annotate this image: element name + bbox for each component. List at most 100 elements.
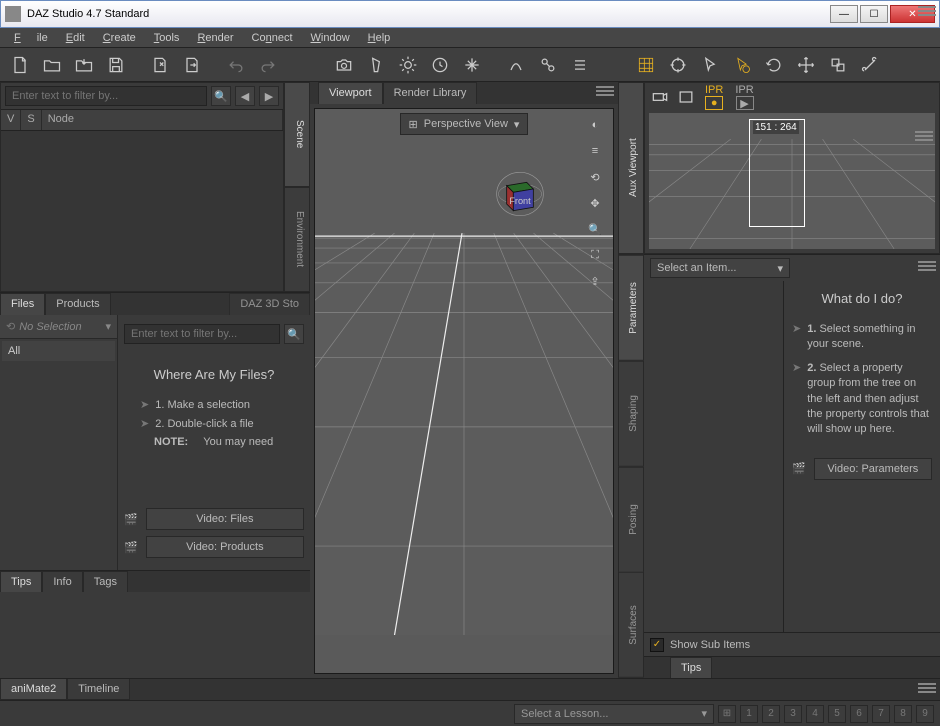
aux-camera-icon[interactable] — [649, 86, 671, 108]
scale-icon[interactable] — [824, 51, 852, 79]
tab-parameters[interactable]: Parameters — [618, 255, 644, 361]
menu-connect[interactable]: Connect — [244, 30, 301, 46]
node-plus-icon[interactable] — [534, 51, 562, 79]
rotate-icon[interactable] — [760, 51, 788, 79]
menu-create[interactable]: Create — [95, 30, 144, 46]
pointer-icon[interactable] — [696, 51, 724, 79]
lesson-step-8[interactable]: 8 — [894, 705, 912, 723]
col-node[interactable]: Node — [42, 110, 283, 130]
redo-icon[interactable] — [254, 51, 282, 79]
lesson-step-2[interactable]: 2 — [762, 705, 780, 723]
grid-icon[interactable] — [632, 51, 660, 79]
panel-menu-icon[interactable] — [918, 4, 936, 18]
params-menu-icon[interactable] — [918, 259, 936, 273]
tab-daz3d-store[interactable]: DAZ 3D Sto — [229, 293, 310, 315]
lesson-step-3[interactable]: 3 — [784, 705, 802, 723]
list-icon[interactable] — [566, 51, 594, 79]
menu-edit[interactable]: Edit — [58, 30, 93, 46]
content-filter-input[interactable] — [124, 324, 280, 344]
tab-files[interactable]: Files — [0, 293, 45, 315]
deform-icon[interactable] — [502, 51, 530, 79]
menu-file[interactable]: File — [6, 30, 56, 46]
undo-icon[interactable] — [222, 51, 250, 79]
tab-viewport[interactable]: Viewport — [318, 82, 383, 104]
orbit-icon[interactable]: ⟲ — [583, 165, 607, 189]
aux-viewport[interactable]: 151 : 264 — [649, 113, 935, 249]
tab-timeline[interactable]: Timeline — [67, 679, 130, 700]
pan-icon[interactable]: ✥ — [583, 191, 607, 215]
frame-icon[interactable]: ⛶ — [583, 243, 607, 267]
scene-filter-input[interactable] — [5, 86, 207, 106]
filter-next-icon[interactable]: ▶ — [259, 86, 279, 106]
tab-aux-viewport[interactable]: Aux Viewport — [618, 82, 644, 254]
3d-viewport[interactable]: ⊞ Perspective View ▾ ◐ ≡ ⟲ ✥ 🔍 ⛶ ⇪ — [314, 108, 614, 674]
window-minimize-button[interactable]: — — [830, 5, 858, 23]
target-icon[interactable] — [664, 51, 692, 79]
filter-prev-icon[interactable]: ◀ — [235, 86, 255, 106]
render-region[interactable] — [749, 119, 805, 227]
pointer-target-icon[interactable] — [728, 51, 756, 79]
reset-icon[interactable]: ⇪ — [583, 269, 607, 293]
timeline-menu-icon[interactable] — [918, 681, 936, 695]
scene-tree[interactable] — [1, 131, 283, 291]
category-all[interactable]: All — [2, 341, 115, 361]
import-icon[interactable] — [70, 51, 98, 79]
sparkle-icon[interactable] — [458, 51, 486, 79]
aux-menu-icon[interactable] — [915, 129, 933, 143]
lesson-dropdown[interactable]: Select a Lesson... ▾ — [514, 704, 714, 724]
tab-environment[interactable]: Environment — [284, 187, 310, 292]
scene-cube[interactable]: Front — [495, 169, 545, 219]
ipr-play-button[interactable]: IPR▶ — [731, 84, 757, 110]
content-search-icon[interactable]: 🔍 — [284, 324, 304, 344]
aux-render-icon[interactable] — [675, 86, 697, 108]
col-v[interactable]: V — [1, 110, 21, 130]
lesson-step-5[interactable]: 5 — [828, 705, 846, 723]
viewport-menu-icon[interactable] — [596, 84, 614, 98]
tab-animate2[interactable]: aniMate2 — [0, 679, 67, 700]
selection-dropdown[interactable]: ⟲ No Selection ▾ — [0, 315, 117, 339]
video-products-button[interactable]: Video: Products — [146, 536, 304, 558]
vp-menu-icon[interactable]: ≡ — [583, 139, 607, 163]
tab-tips[interactable]: Tips — [0, 571, 42, 592]
tab-posing[interactable]: Posing — [618, 467, 644, 573]
video-parameters-button[interactable]: Video: Parameters — [814, 458, 932, 480]
camera-plus-icon[interactable] — [330, 51, 358, 79]
view-selector-dropdown[interactable]: ⊞ Perspective View ▾ — [400, 113, 529, 135]
menu-help[interactable]: Help — [360, 30, 399, 46]
ipr-record-button[interactable]: IPR● — [701, 84, 727, 110]
tab-surfaces[interactable]: Surfaces — [618, 572, 644, 678]
lesson-step-9[interactable]: 9 — [916, 705, 934, 723]
move-icon[interactable] — [792, 51, 820, 79]
tab-info[interactable]: Info — [42, 571, 82, 592]
bone-icon[interactable] — [856, 51, 884, 79]
history-back-icon[interactable]: ⟲ — [6, 320, 15, 333]
zoom-icon[interactable]: 🔍 — [583, 217, 607, 241]
open-file-icon[interactable] — [38, 51, 66, 79]
property-tree[interactable] — [644, 281, 784, 632]
page-forward-icon[interactable] — [178, 51, 206, 79]
export-icon[interactable] — [146, 51, 174, 79]
clock-icon[interactable] — [426, 51, 454, 79]
search-icon[interactable]: 🔍 — [211, 86, 231, 106]
tab-render-library[interactable]: Render Library — [383, 82, 478, 104]
new-file-icon[interactable] — [6, 51, 34, 79]
col-s[interactable]: S — [21, 110, 41, 130]
lesson-step-6[interactable]: 6 — [850, 705, 868, 723]
video-files-button[interactable]: Video: Files — [146, 508, 304, 530]
lesson-step-4[interactable]: 4 — [806, 705, 824, 723]
menu-window[interactable]: Window — [303, 30, 358, 46]
tab-products[interactable]: Products — [45, 293, 110, 315]
menu-render[interactable]: Render — [189, 30, 241, 46]
tab-scene[interactable]: Scene — [284, 82, 310, 187]
sun-icon[interactable] — [394, 51, 422, 79]
tab-params-tips[interactable]: Tips — [670, 657, 712, 678]
window-maximize-button[interactable]: ☐ — [860, 5, 888, 23]
lesson-step-1[interactable]: 1 — [740, 705, 758, 723]
menu-tools[interactable]: Tools — [146, 30, 188, 46]
tab-tags[interactable]: Tags — [83, 571, 128, 592]
select-item-dropdown[interactable]: Select an Item... ▾ — [650, 258, 790, 278]
lesson-grid-icon[interactable]: ⊞ — [718, 705, 736, 723]
tab-shaping[interactable]: Shaping — [618, 361, 644, 467]
shading-icon[interactable]: ◐ — [583, 113, 607, 137]
spotlight-icon[interactable] — [362, 51, 390, 79]
